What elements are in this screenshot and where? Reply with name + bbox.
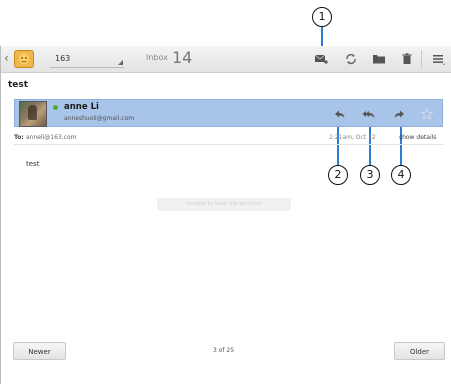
- back-arrow-icon[interactable]: ‹: [4, 51, 9, 65]
- message-body: test: [26, 160, 40, 168]
- recipient-row: To: anneli@163.com 2:21am, Oct 12 show d…: [14, 130, 443, 145]
- avatar[interactable]: [19, 101, 47, 127]
- mail-app-icon[interactable]: [14, 50, 34, 68]
- folder-name[interactable]: Inbox: [146, 53, 168, 62]
- show-details-link[interactable]: show details: [399, 134, 436, 141]
- older-button[interactable]: Older: [394, 342, 445, 360]
- toast-message: Unable to load the pictures: [157, 198, 291, 211]
- message-subject: test: [8, 80, 29, 90]
- message-header[interactable]: anne Li anneshuoli@gmail.com: [14, 99, 443, 127]
- compose-icon[interactable]: [313, 51, 329, 67]
- account-name[interactable]: 163: [55, 54, 70, 63]
- message-time: 2:21am, Oct 12: [329, 134, 376, 141]
- callout-4: 4: [391, 165, 411, 185]
- to-label: To:: [14, 134, 24, 141]
- newer-button[interactable]: Newer: [13, 342, 66, 360]
- reply-all-icon[interactable]: [361, 106, 377, 122]
- callout-2: 2: [328, 165, 348, 185]
- folder-icon[interactable]: [371, 51, 387, 67]
- online-status-icon: [53, 105, 58, 110]
- left-edge-line: [0, 46, 1, 384]
- refresh-icon[interactable]: [343, 51, 359, 67]
- sender-name: anne Li: [64, 102, 99, 112]
- to-value: anneli@163.com: [26, 134, 77, 141]
- callout-1: 1: [312, 7, 332, 27]
- page-indicator: 3 of 25: [213, 347, 235, 354]
- star-icon[interactable]: [419, 106, 435, 122]
- account-dropdown-icon[interactable]: [118, 60, 123, 65]
- forward-icon[interactable]: [391, 106, 407, 122]
- top-toolbar: ‹ 163 Inbox 14: [0, 46, 451, 73]
- trash-icon[interactable]: [399, 51, 415, 67]
- account-underline: [50, 67, 124, 68]
- reply-icon[interactable]: [332, 106, 348, 122]
- menu-icon[interactable]: [430, 51, 446, 67]
- callout-3: 3: [360, 165, 380, 185]
- toolbar-divider: [421, 50, 422, 68]
- unread-count: 14: [172, 48, 193, 67]
- sender-email: anneshuoli@gmail.com: [64, 115, 135, 122]
